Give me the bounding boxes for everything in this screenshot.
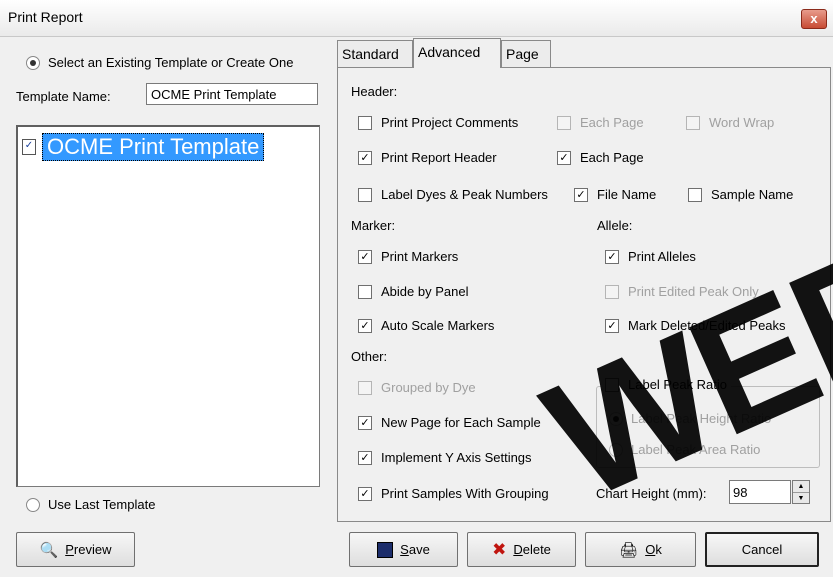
each-page-header-checkbox[interactable]: ✓ Each Page xyxy=(557,150,644,165)
radio-unselected-icon xyxy=(26,497,40,512)
select-existing-label: Select an Existing Template or Create On… xyxy=(48,55,294,70)
tab-standard[interactable]: Standard xyxy=(337,40,413,67)
select-existing-radio[interactable]: Select an Existing Template or Create On… xyxy=(26,55,293,70)
save-button[interactable]: Save xyxy=(349,532,458,567)
sample-name-checkbox[interactable]: Sample Name xyxy=(688,187,793,202)
new-page-each-sample-checkbox[interactable]: ✓ New Page for Each Sample xyxy=(358,415,541,430)
radio-unselected-icon xyxy=(609,442,623,457)
checkmark-icon: ✓ xyxy=(358,486,372,501)
checkbox-box xyxy=(557,115,571,130)
print-report-header-checkbox[interactable]: ✓ Print Report Header xyxy=(358,150,497,165)
mark-deleted-edited-peaks-checkbox[interactable]: ✓ Mark Deleted/Edited Peaks xyxy=(605,318,786,333)
document-check-icon: ✓ xyxy=(22,139,36,155)
use-last-template-radio[interactable]: Use Last Template xyxy=(26,497,155,512)
checkbox-box xyxy=(358,380,372,395)
radio-selected-icon xyxy=(609,411,623,426)
print-project-comments-checkbox[interactable]: Print Project Comments xyxy=(358,115,518,130)
allele-section-label: Allele: xyxy=(597,218,633,233)
radio-selected-icon xyxy=(26,55,40,70)
checkmark-icon: ✓ xyxy=(605,318,619,333)
checkbox-box xyxy=(358,187,372,202)
grouped-by-dye-checkbox: Grouped by Dye xyxy=(358,380,476,395)
checkbox-box xyxy=(358,284,372,299)
print-markers-checkbox[interactable]: ✓ Print Markers xyxy=(358,249,458,264)
tree-item-label: OCME Print Template xyxy=(42,133,265,161)
tab-advanced[interactable]: Advanced xyxy=(413,38,501,68)
chart-height-label: Chart Height (mm): xyxy=(596,486,707,501)
use-last-template-label: Use Last Template xyxy=(48,497,156,512)
title-bar: Print Report x xyxy=(0,0,833,37)
header-section-label: Header: xyxy=(351,84,398,99)
tab-page[interactable]: Page xyxy=(501,40,551,67)
checkmark-icon: ✓ xyxy=(358,415,372,430)
chart-height-input[interactable] xyxy=(729,480,791,504)
print-alleles-checkbox[interactable]: ✓ Print Alleles xyxy=(605,249,696,264)
cancel-button[interactable]: Cancel xyxy=(705,532,819,567)
checkmark-icon: ✓ xyxy=(358,318,372,333)
label-peak-ratio-checkbox[interactable]: Label Peak Ratio xyxy=(601,377,732,392)
delete-button[interactable]: ✖ Delete xyxy=(467,532,576,567)
checkbox-box xyxy=(358,115,372,130)
close-icon: x xyxy=(810,11,818,26)
ok-button[interactable]: 🖨 Ok xyxy=(585,532,696,567)
file-name-checkbox[interactable]: ✓ File Name xyxy=(574,187,656,202)
auto-scale-markers-checkbox[interactable]: ✓ Auto Scale Markers xyxy=(358,318,494,333)
each-page-comments-checkbox: Each Page xyxy=(557,115,644,130)
spin-down-icon[interactable]: ▼ xyxy=(793,493,809,504)
label-dyes-checkbox[interactable]: Label Dyes & Peak Numbers xyxy=(358,187,548,202)
label-peak-height-ratio-radio: Label Peak Height Ratio xyxy=(609,411,771,426)
printer-icon: 🖨 xyxy=(619,541,639,559)
tree-item[interactable]: ✓ OCME Print Template xyxy=(22,133,265,161)
chart-height-spinner[interactable]: ▲ ▼ xyxy=(792,480,810,504)
magnifier-icon: 🔍 xyxy=(39,541,59,559)
implement-y-axis-checkbox[interactable]: ✓ Implement Y Axis Settings xyxy=(358,450,532,465)
window-title: Print Report xyxy=(8,9,83,25)
template-tree[interactable]: ✓ OCME Print Template xyxy=(16,125,320,487)
checkmark-icon: ✓ xyxy=(358,249,372,264)
preview-button[interactable]: 🔍 Preview xyxy=(16,532,135,567)
abide-by-panel-checkbox[interactable]: Abide by Panel xyxy=(358,284,468,299)
checkbox-box xyxy=(605,284,619,299)
floppy-disk-icon xyxy=(377,541,394,558)
checkmark-icon: ✓ xyxy=(557,150,571,165)
checkbox-box xyxy=(605,377,619,392)
word-wrap-checkbox: Word Wrap xyxy=(686,115,774,130)
template-name-input[interactable] xyxy=(146,83,318,105)
other-section-label: Other: xyxy=(351,349,388,364)
close-button[interactable]: x xyxy=(801,9,827,29)
checkmark-icon: ✓ xyxy=(605,249,619,264)
checkbox-box xyxy=(688,187,702,202)
checkmark-icon: ✓ xyxy=(358,150,372,165)
red-x-icon: ✖ xyxy=(492,539,507,559)
checkbox-box xyxy=(686,115,700,130)
checkmark-icon: ✓ xyxy=(574,187,588,202)
spin-up-icon[interactable]: ▲ xyxy=(793,481,809,493)
print-edited-peak-only-checkbox: Print Edited Peak Only xyxy=(605,284,759,299)
print-samples-grouping-checkbox[interactable]: ✓ Print Samples With Grouping xyxy=(358,486,549,501)
label-peak-area-ratio-radio: Label Peak Area Ratio xyxy=(609,442,760,457)
marker-section-label: Marker: xyxy=(351,218,396,233)
template-name-label: Template Name: xyxy=(16,89,111,104)
checkmark-icon: ✓ xyxy=(358,450,372,465)
